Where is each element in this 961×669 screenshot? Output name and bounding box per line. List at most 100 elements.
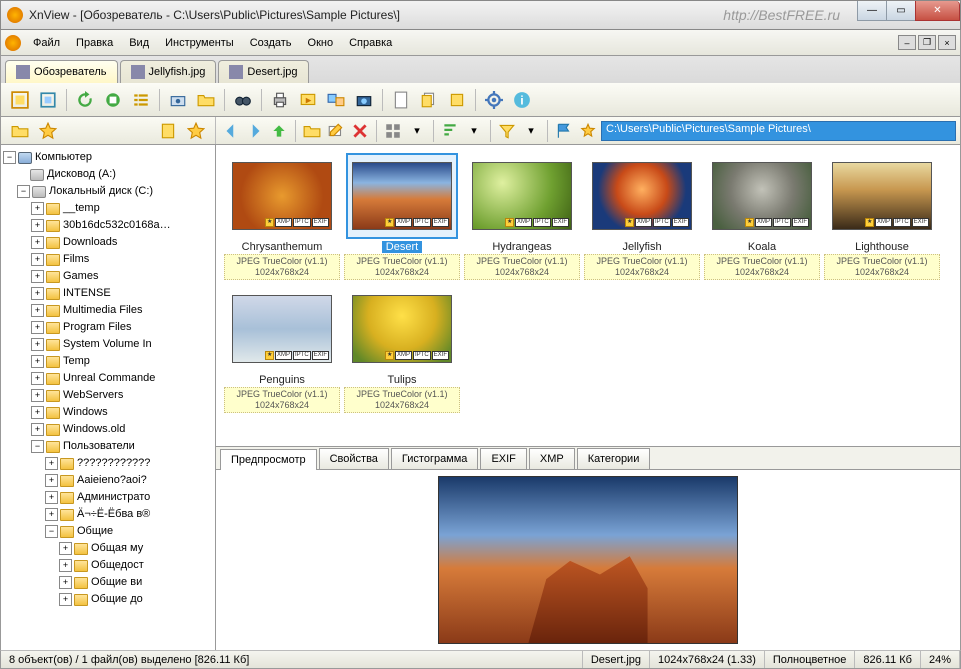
- menu-правка[interactable]: Правка: [68, 33, 121, 53]
- tree-node[interactable]: +WebServers: [3, 387, 213, 404]
- page-icon[interactable]: [388, 87, 414, 113]
- tree-node[interactable]: +Films: [3, 251, 213, 268]
- tree-node[interactable]: +Общедост: [3, 557, 213, 574]
- star-small-icon[interactable]: [577, 120, 599, 142]
- tree-node[interactable]: +Windows: [3, 404, 213, 421]
- slideshow-icon[interactable]: [295, 87, 321, 113]
- tree-node[interactable]: +INTENSE: [3, 285, 213, 302]
- filter-icon[interactable]: [496, 120, 518, 142]
- tree-node[interactable]: +Program Files: [3, 319, 213, 336]
- thumb-label: Desert: [382, 241, 422, 253]
- tree-node[interactable]: +????????????: [3, 455, 213, 472]
- tree-node[interactable]: +Windows.old: [3, 421, 213, 438]
- tree-node[interactable]: +Администрато: [3, 489, 213, 506]
- flag-icon[interactable]: [553, 120, 575, 142]
- info-icon[interactable]: i: [509, 87, 535, 113]
- preview-tab-xmp[interactable]: XMP: [529, 448, 575, 469]
- minimize-button[interactable]: —: [857, 1, 887, 21]
- thumb-image: ★XMPIPTCEXIF: [232, 162, 332, 230]
- tree-node[interactable]: +Общие до: [3, 591, 213, 608]
- tab--[interactable]: Обозреватель: [5, 60, 118, 83]
- convert-icon[interactable]: [323, 87, 349, 113]
- thumbnail-jellyfish[interactable]: ★XMPIPTCEXIFJellyfishJPEG TrueColor (v1.…: [584, 153, 700, 280]
- tree-node[interactable]: +Aaieieno?aoi?: [3, 472, 213, 489]
- fullscreen-icon[interactable]: [7, 87, 33, 113]
- up-icon[interactable]: [268, 120, 290, 142]
- tree-node[interactable]: +Общие ви: [3, 574, 213, 591]
- tree-node[interactable]: +Games: [3, 268, 213, 285]
- menu-создать[interactable]: Создать: [242, 33, 300, 53]
- dropdown-arrow-icon[interactable]: ▾: [520, 120, 542, 142]
- folder-tree[interactable]: −КомпьютерДисковод (A:)−Локальный диск (…: [1, 145, 216, 650]
- menu-справка[interactable]: Справка: [341, 33, 400, 53]
- tree-node[interactable]: +Downloads: [3, 234, 213, 251]
- tree-node[interactable]: +__temp: [3, 200, 213, 217]
- tree-node[interactable]: +Unreal Commande: [3, 370, 213, 387]
- close-button[interactable]: ✕: [915, 1, 960, 21]
- thumbnail-desert[interactable]: ★XMPIPTCEXIFDesertJPEG TrueColor (v1.1)1…: [344, 153, 460, 280]
- fav-star-icon[interactable]: [37, 120, 59, 142]
- copy-icon[interactable]: [416, 87, 442, 113]
- print-icon[interactable]: [267, 87, 293, 113]
- thumbnail-hydrangeas[interactable]: ★XMPIPTCEXIFHydrangeasJPEG TrueColor (v1…: [464, 153, 580, 280]
- tree-node[interactable]: +Multimedia Files: [3, 302, 213, 319]
- view-mode-icon[interactable]: [382, 120, 404, 142]
- menu-инструменты[interactable]: Инструменты: [157, 33, 242, 53]
- list-icon[interactable]: [128, 87, 154, 113]
- dropdown-arrow-icon[interactable]: ▾: [406, 120, 428, 142]
- thumbnail-chrysanthemum[interactable]: ★XMPIPTCEXIFChrysanthemumJPEG TrueColor …: [224, 153, 340, 280]
- badge-xmp: XMP: [275, 351, 292, 360]
- thumbnail-koala[interactable]: ★XMPIPTCEXIFKoalaJPEG TrueColor (v1.1)10…: [704, 153, 820, 280]
- fav-book-icon[interactable]: [157, 120, 179, 142]
- star-icon: ★: [385, 351, 394, 360]
- thumbnail-tulips[interactable]: ★XMPIPTCEXIFTulipsJPEG TrueColor (v1.1)1…: [344, 286, 460, 413]
- preview-tab-exif[interactable]: EXIF: [480, 448, 526, 469]
- fav-folder-icon[interactable]: [9, 120, 31, 142]
- forward-icon[interactable]: [244, 120, 266, 142]
- maximize-button[interactable]: ▭: [886, 1, 916, 21]
- menu-файл[interactable]: Файл: [25, 33, 68, 53]
- tree-node[interactable]: +Общая му: [3, 540, 213, 557]
- preview-tab-свойства[interactable]: Свойства: [319, 448, 389, 469]
- stop-icon[interactable]: [100, 87, 126, 113]
- thumbnail-lighthouse[interactable]: ★XMPIPTCEXIFLighthouseJPEG TrueColor (v1…: [824, 153, 940, 280]
- fit-icon[interactable]: [35, 87, 61, 113]
- tree-node[interactable]: +System Volume In: [3, 336, 213, 353]
- rename-icon[interactable]: [325, 120, 347, 142]
- camera-icon[interactable]: [351, 87, 377, 113]
- tab-jellyfish-jpg[interactable]: Jellyfish.jpg: [120, 60, 217, 83]
- address-bar[interactable]: C:\Users\Public\Pictures\Sample Pictures…: [601, 121, 956, 141]
- cut-icon[interactable]: [444, 87, 470, 113]
- tree-node[interactable]: −Пользователи: [3, 438, 213, 455]
- acquire-icon[interactable]: [165, 87, 191, 113]
- tree-node[interactable]: +30b16dc532c0168a…: [3, 217, 213, 234]
- menu-окно[interactable]: Окно: [300, 33, 342, 53]
- mdi-restore-button[interactable]: ❐: [918, 35, 936, 50]
- mdi-close-button[interactable]: ×: [938, 35, 956, 50]
- preview-tab-гистограмма[interactable]: Гистограмма: [391, 448, 479, 469]
- tree-node[interactable]: −Общие: [3, 523, 213, 540]
- star-icon: ★: [385, 218, 394, 227]
- thumbnail-penguins[interactable]: ★XMPIPTCEXIFPenguinsJPEG TrueColor (v1.1…: [224, 286, 340, 413]
- watermark: http://BestFREE.ru: [723, 7, 840, 23]
- delete-icon[interactable]: [349, 120, 371, 142]
- preview-tab-предпросмотр[interactable]: Предпросмотр: [220, 449, 317, 470]
- preview-tab-категории[interactable]: Категории: [577, 448, 651, 469]
- back-icon[interactable]: [220, 120, 242, 142]
- tree-node[interactable]: −Локальный диск (C:): [3, 183, 213, 200]
- dropdown-arrow-icon[interactable]: ▾: [463, 120, 485, 142]
- tab-desert-jpg[interactable]: Desert.jpg: [218, 60, 308, 83]
- open-folder-icon[interactable]: [193, 87, 219, 113]
- fav-star2-icon[interactable]: [185, 120, 207, 142]
- menu-вид[interactable]: Вид: [121, 33, 157, 53]
- tree-node[interactable]: +Ä¬÷Ё-Ёбва в®: [3, 506, 213, 523]
- settings-icon[interactable]: [481, 87, 507, 113]
- tree-node[interactable]: −Компьютер: [3, 149, 213, 166]
- tree-node[interactable]: +Temp: [3, 353, 213, 370]
- new-folder-icon[interactable]: [301, 120, 323, 142]
- refresh-icon[interactable]: [72, 87, 98, 113]
- tree-node[interactable]: Дисковод (A:): [3, 166, 213, 183]
- binoculars-icon[interactable]: [230, 87, 256, 113]
- mdi-minimize-button[interactable]: –: [898, 35, 916, 50]
- sort-icon[interactable]: [439, 120, 461, 142]
